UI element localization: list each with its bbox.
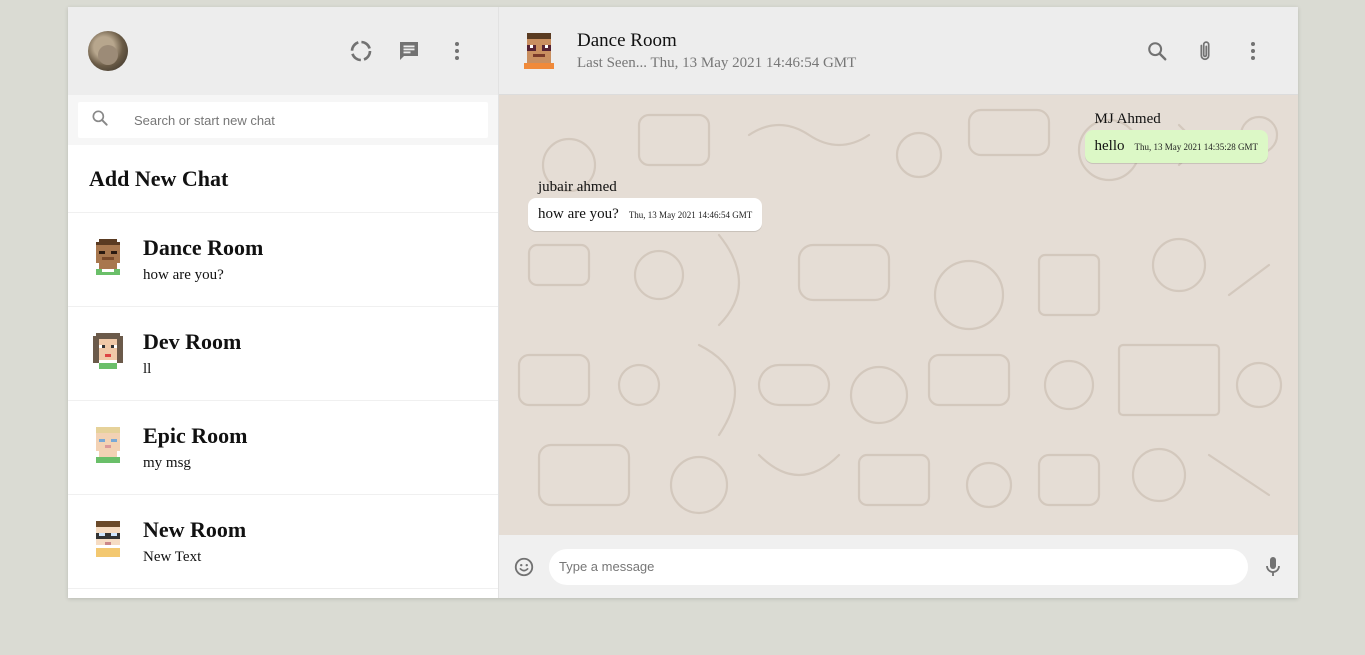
message-received: jubair ahmed how are you? Thu, 13 May 20… (528, 179, 763, 231)
status-icon[interactable] (348, 38, 374, 64)
chat-body: MJ Ahmed hello Thu, 13 May 2021 14:35:28… (499, 95, 1298, 535)
chat-item-epic-room[interactable]: Epic Room my msg (68, 401, 498, 495)
sidebar-header (68, 7, 498, 95)
message-sender: jubair ahmed (538, 179, 617, 195)
message-input[interactable] (549, 548, 1248, 585)
room-avatar (96, 520, 120, 557)
chat-last-message: my msg (143, 455, 191, 471)
add-new-chat-label: Add New Chat (89, 165, 229, 191)
room-avatar[interactable] (521, 32, 557, 69)
search-box (78, 102, 488, 138)
search-input[interactable] (134, 112, 434, 128)
message-sender: MJ Ahmed (1094, 111, 1161, 127)
add-new-chat-button[interactable]: Add New Chat (68, 145, 498, 213)
chat-name: New Room (143, 517, 247, 542)
chat-name: Epic Room (143, 423, 248, 448)
attach-icon[interactable] (1192, 38, 1218, 64)
message-bubble[interactable]: hello Thu, 13 May 2021 14:35:28 GMT (1084, 130, 1268, 163)
message-text: hello (1094, 138, 1125, 154)
search-icon (90, 108, 110, 133)
last-seen-text: Last Seen... Thu, 13 May 2021 14:46:54 G… (577, 54, 857, 71)
message-bubble[interactable]: how are you? Thu, 13 May 2021 14:46:54 G… (528, 198, 763, 231)
chat-name: Dance Room (143, 235, 264, 260)
chat-list: Add New Chat Dance Room how are you? Dev… (68, 145, 498, 598)
room-avatar (96, 238, 120, 275)
room-avatar (93, 332, 123, 369)
new-chat-icon[interactable] (396, 38, 422, 64)
menu-icon[interactable] (444, 38, 470, 64)
user-avatar[interactable] (88, 31, 128, 71)
chat-item-new-room[interactable]: New Room New Text (68, 495, 498, 589)
sidebar: Add New Chat Dance Room how are you? (68, 7, 499, 598)
chat-last-message: New Text (143, 549, 202, 565)
chat-last-message: ll (143, 361, 152, 377)
chat-panel: Dance Room Last Seen... Thu, 13 May 2021… (499, 7, 1298, 598)
message-timestamp: Thu, 13 May 2021 14:35:28 GMT (1134, 142, 1259, 152)
chat-title: Dance Room (577, 29, 677, 51)
app-window: Add New Chat Dance Room how are you? (68, 7, 1298, 598)
message-text: how are you? (538, 206, 619, 222)
emoji-icon[interactable] (511, 554, 537, 580)
chat-item-dev-room[interactable]: Dev Room ll (68, 307, 498, 401)
menu-icon[interactable] (1240, 38, 1266, 64)
search-icon[interactable] (1144, 38, 1170, 64)
message-timestamp: Thu, 13 May 2021 14:46:54 GMT (628, 210, 753, 220)
chat-item-dance-room[interactable]: Dance Room how are you? (68, 213, 498, 307)
message-sent: MJ Ahmed hello Thu, 13 May 2021 14:35:28… (1084, 111, 1268, 163)
mic-icon[interactable] (1260, 554, 1286, 580)
chat-last-message: how are you? (143, 267, 224, 283)
chat-footer (499, 535, 1298, 598)
chat-header: Dance Room Last Seen... Thu, 13 May 2021… (499, 7, 1298, 95)
room-avatar (96, 426, 120, 463)
search-bar (68, 95, 498, 145)
chat-name: Dev Room (143, 329, 242, 354)
